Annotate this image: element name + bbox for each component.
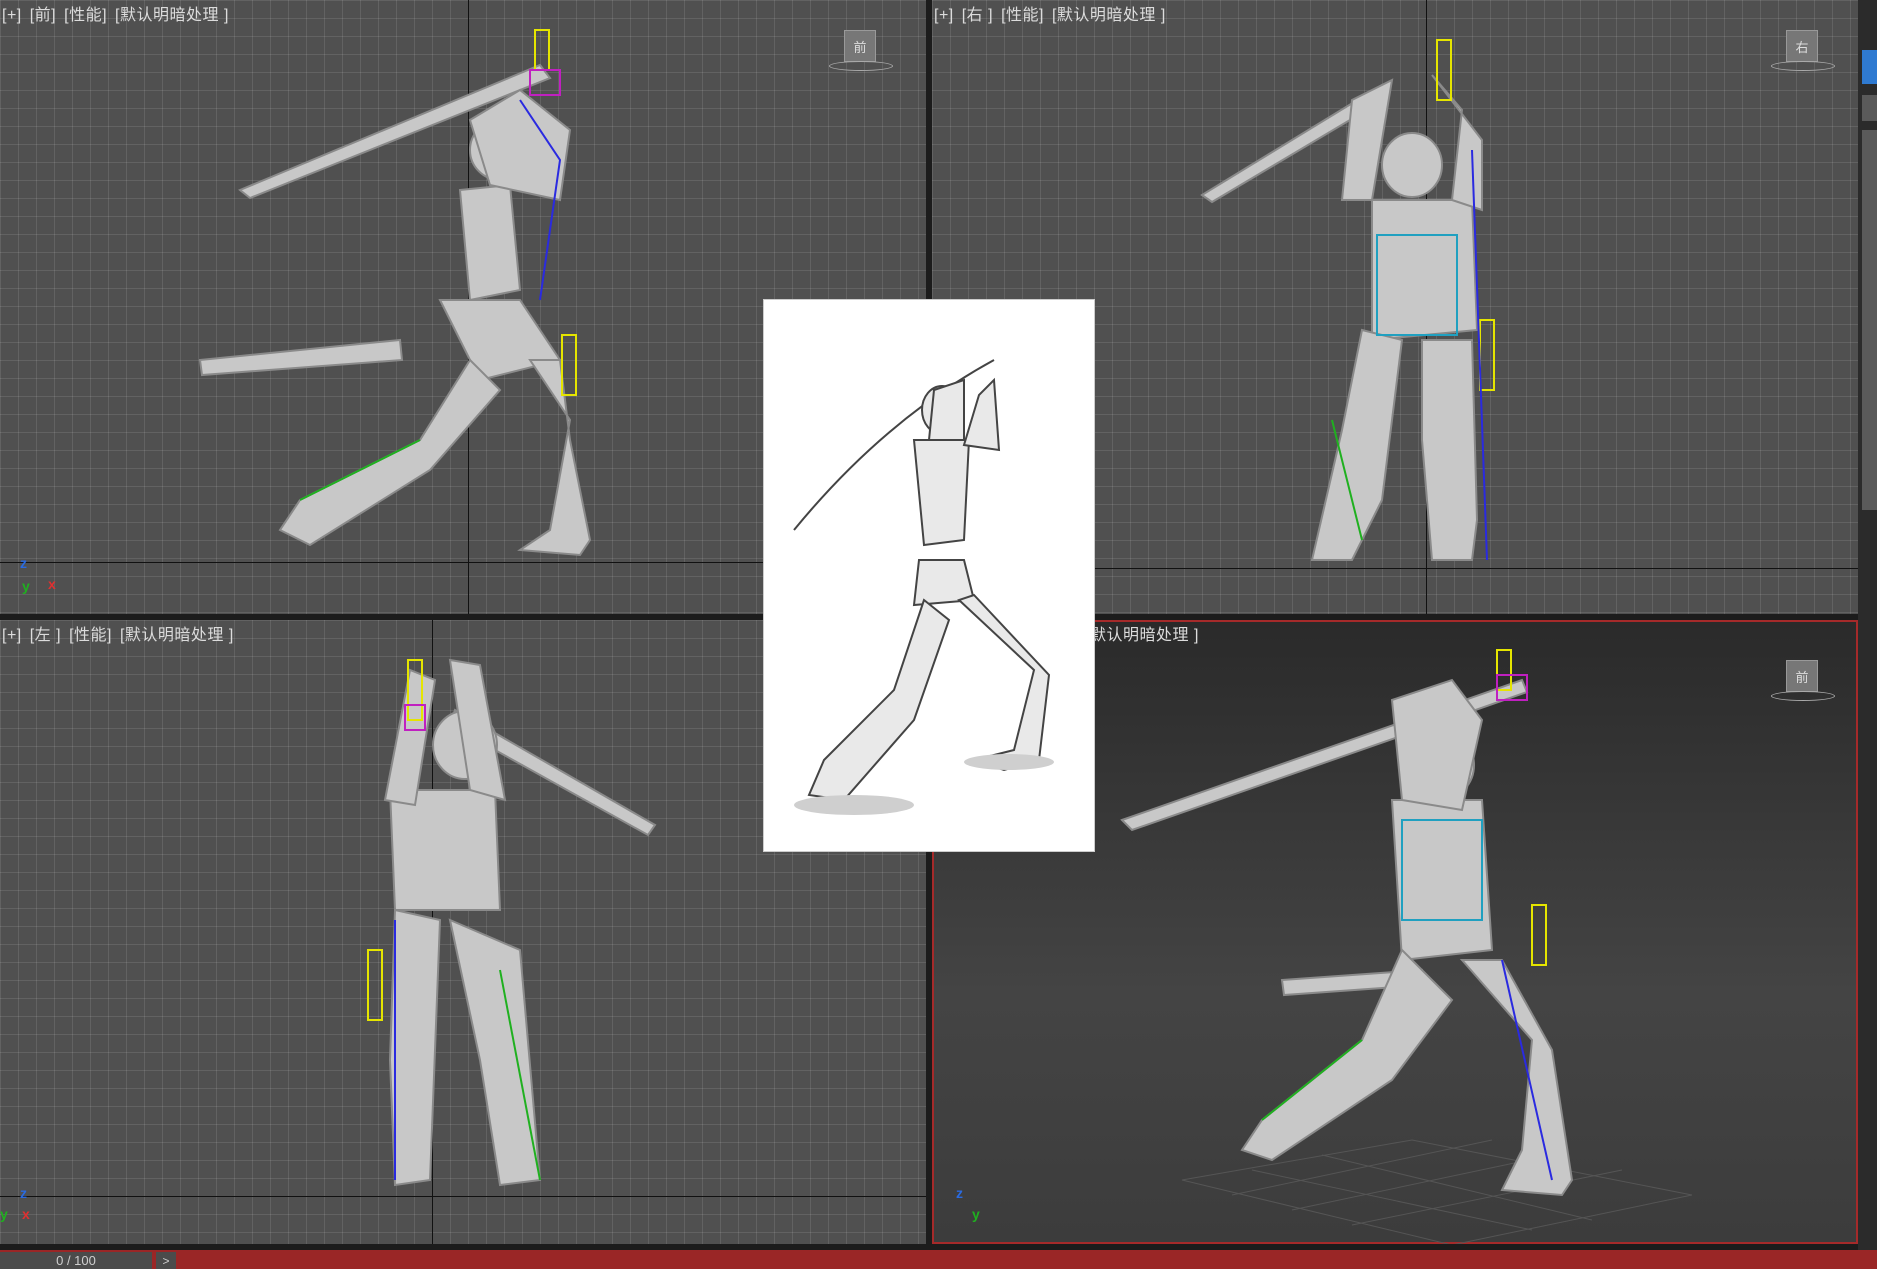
gizmo-y: y <box>0 1206 8 1222</box>
gizmo-x: x <box>48 576 56 592</box>
gizmo-y: y <box>972 1206 980 1222</box>
gizmo-z: z <box>20 1185 27 1201</box>
time-slider[interactable]: 0 / 100 <box>0 1252 152 1269</box>
timeline-bar[interactable] <box>0 1250 1877 1269</box>
reference-image[interactable] <box>763 299 1095 852</box>
next-frame-button[interactable]: > <box>156 1252 176 1269</box>
command-panel-strip <box>1858 0 1877 1250</box>
panel-tab-button[interactable] <box>1862 50 1877 84</box>
panel-tab-button[interactable] <box>1862 95 1877 121</box>
gizmo-x: x <box>22 1206 30 1222</box>
reference-sketch <box>793 359 1054 815</box>
panel-scrollbar[interactable] <box>1862 130 1877 510</box>
gizmo-y: y <box>22 578 30 594</box>
gizmo-z: z <box>956 1185 963 1201</box>
gizmo-z: z <box>20 555 27 571</box>
